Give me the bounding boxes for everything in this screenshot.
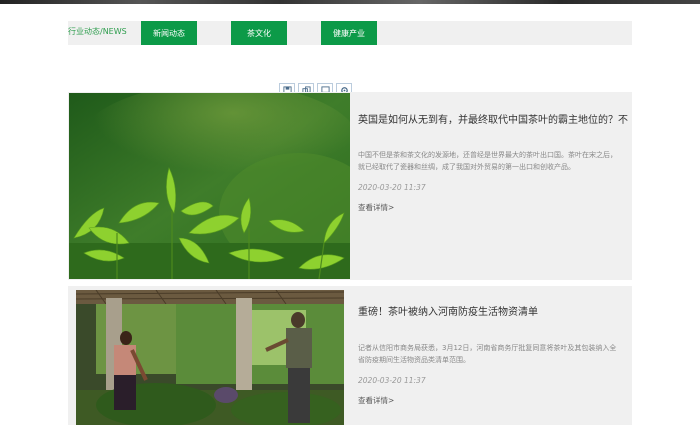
read-more-link[interactable]: 查看详情> (358, 202, 394, 213)
article-summary: 中国不但是茶和茶文化的发源地，还曾经是世界最大的茶叶出口国。茶叶在宋之后，就已经… (358, 151, 617, 171)
tab-health-industry[interactable]: 健康产业 (321, 21, 377, 45)
top-dark-band (0, 0, 700, 4)
section-label: 行业动态/NEWS (68, 27, 127, 36)
tea-processing-image (76, 290, 344, 425)
article-card[interactable]: 重磅！茶叶被纳入河南防疫生活物资清单 记者从信阳市商务局获悉，3月12日，河南省… (68, 286, 632, 425)
article-summary: 记者从信阳市商务局获悉，3月12日，河南省商务厅批复同意将茶叶及其包装纳入全省防… (358, 344, 617, 364)
article-card[interactable]: 英国是如何从无到有，并最终取代中国茶叶的霸主地位的？不 中国不但是茶和茶文化的发… (68, 92, 632, 280)
tab-news[interactable]: 新闻动态 (141, 21, 197, 45)
article-date: 2020-03-20 11:37 (358, 376, 426, 385)
article-title[interactable]: 重磅！茶叶被纳入河南防疫生活物资清单 (358, 303, 630, 318)
tab-tea-culture[interactable]: 茶文化 (231, 21, 287, 45)
read-more-link[interactable]: 查看详情> (358, 395, 394, 406)
article-title[interactable]: 英国是如何从无到有，并最终取代中国茶叶的霸主地位的？不 (358, 111, 630, 126)
article-date: 2020-03-20 11:37 (358, 183, 426, 192)
news-category-bar: 行业动态/NEWS 新闻动态 茶文化 健康产业 (68, 21, 632, 45)
tea-leaves-image (69, 93, 350, 279)
